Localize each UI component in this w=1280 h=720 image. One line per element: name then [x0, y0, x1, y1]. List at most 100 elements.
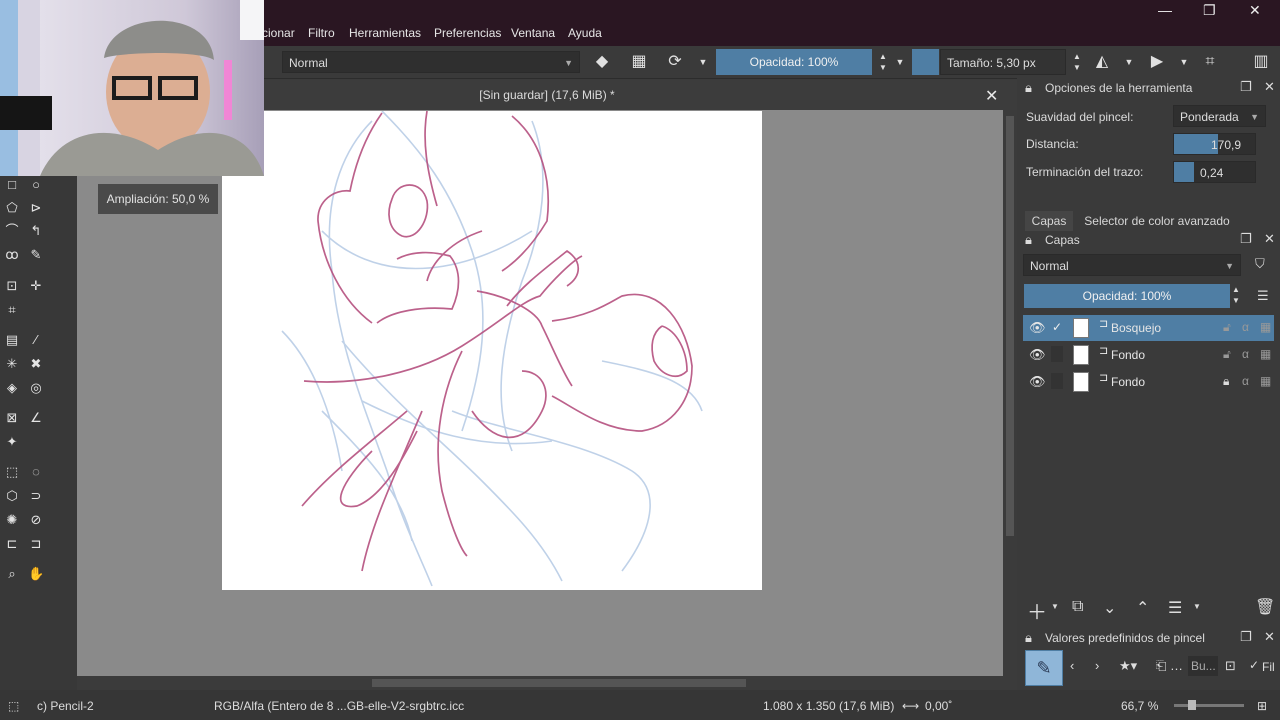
- add-layer-icon[interactable]: ＋: [1027, 596, 1047, 625]
- preset-options-icon[interactable]: ⊡: [1225, 658, 1236, 674]
- workspace-icon[interactable]: ▥: [1250, 51, 1272, 73]
- reference-tool-icon[interactable]: ✦: [4, 434, 20, 450]
- eyedropper-icon[interactable]: ⁄: [28, 332, 44, 348]
- layer-blend-select[interactable]: Normal ▼: [1023, 254, 1241, 276]
- menu-window[interactable]: Ventana: [511, 26, 555, 40]
- checkbox[interactable]: [1051, 346, 1063, 362]
- polygon-select-icon[interactable]: ⬡: [4, 488, 20, 504]
- menu-preferences[interactable]: Preferencias: [434, 26, 501, 40]
- tab-advanced-color[interactable]: Selector de color avanzado: [1080, 211, 1234, 231]
- bezier-select-icon[interactable]: ⊏: [4, 536, 20, 552]
- checkbox[interactable]: [1051, 373, 1063, 389]
- opacity-slider[interactable]: Opacidad: 100%: [716, 49, 872, 75]
- bezier-tool-icon[interactable]: ⌒: [4, 223, 20, 239]
- eye-icon[interactable]: 👁︎: [1029, 374, 1046, 390]
- transform-tool-icon[interactable]: ⊡: [4, 278, 20, 294]
- unlock-icon[interactable]: 🔓︎: [1223, 320, 1231, 335]
- brush-search-input[interactable]: Bu...: [1188, 656, 1218, 676]
- rectangle-tool-icon[interactable]: □: [4, 177, 20, 193]
- unlock-icon[interactable]: 🔓︎: [1223, 347, 1231, 362]
- freehand-path-icon[interactable]: ↰: [28, 223, 44, 239]
- measure-tool-icon[interactable]: ∠: [28, 410, 44, 426]
- colorize-mask-icon[interactable]: ✖: [28, 356, 44, 372]
- enclose-fill-icon[interactable]: ◎: [28, 380, 44, 396]
- duplicate-layer-icon[interactable]: ⧉: [1072, 598, 1083, 616]
- smoothing-select[interactable]: Ponderada ▼: [1173, 105, 1266, 127]
- dynamic-brush-icon[interactable]: ꝏ: [4, 247, 20, 263]
- close-docker-icon[interactable]: ✕: [1264, 629, 1275, 645]
- check-icon[interactable]: ✓: [1052, 320, 1062, 334]
- smart-patch-icon[interactable]: ✳: [4, 356, 20, 372]
- crop-tool-icon[interactable]: ⌗: [4, 302, 20, 318]
- close-document-icon[interactable]: ✕: [985, 86, 998, 106]
- bookmark-icon[interactable]: ⎗: [1156, 658, 1166, 674]
- layer-row[interactable]: 👁︎ ✓ ⊐ Bosquejo 🔓︎ α ▦: [1023, 315, 1274, 341]
- mirror-horizontal-icon[interactable]: ◭: [1091, 51, 1113, 73]
- move-tool-icon[interactable]: ✛: [28, 278, 44, 294]
- float-docker-icon[interactable]: ❐: [1240, 629, 1252, 645]
- layer-properties-icon[interactable]: ☰: [1168, 598, 1182, 618]
- float-docker-icon[interactable]: ❐: [1240, 79, 1252, 95]
- move-up-icon[interactable]: ⌃: [1136, 598, 1149, 618]
- filter-checkbox[interactable]: ✓: [1249, 658, 1259, 672]
- ellipse-tool-icon[interactable]: ○: [28, 177, 44, 193]
- menu-filter[interactable]: Filtro: [308, 26, 335, 40]
- maximize-icon[interactable]: ❐: [1203, 2, 1216, 19]
- menu-icon[interactable]: ☰: [1257, 288, 1269, 304]
- wrap-around-icon[interactable]: ⌗: [1199, 51, 1221, 73]
- close-window-icon[interactable]: ✕: [1249, 2, 1261, 19]
- zoom-tool-icon[interactable]: ⌕: [4, 566, 20, 582]
- magic-wand-icon[interactable]: ✺: [4, 512, 20, 528]
- polyline-tool-icon[interactable]: ⊳: [28, 200, 44, 216]
- inherit-alpha-icon[interactable]: ▦: [1260, 374, 1271, 388]
- horizontal-scrollbar[interactable]: [77, 676, 1003, 690]
- eye-icon[interactable]: 👁︎: [1029, 347, 1046, 363]
- fill-tool-icon[interactable]: ◈: [4, 380, 20, 396]
- alpha-icon[interactable]: α: [1242, 374, 1249, 388]
- eraser-icon[interactable]: ◆: [591, 51, 613, 73]
- magnetic-select-icon[interactable]: ⊐: [28, 536, 44, 552]
- float-docker-icon[interactable]: ❐: [1240, 231, 1252, 247]
- zoom-slider[interactable]: [1174, 700, 1244, 710]
- freehand-select-icon[interactable]: ⊃: [28, 488, 44, 504]
- stroke-end-slider[interactable]: 0,24: [1173, 161, 1256, 183]
- distance-slider[interactable]: 170,9: [1173, 133, 1256, 155]
- pan-tool-icon[interactable]: ✋: [28, 566, 44, 582]
- chevron-down-icon[interactable]: ▼: [1118, 51, 1140, 73]
- lock-icon[interactable]: 🔒︎: [1025, 630, 1032, 646]
- menu-tools[interactable]: Herramientas: [349, 26, 421, 40]
- rotate-icon[interactable]: ⟷: [902, 699, 919, 713]
- layer-row[interactable]: 👁︎ ⊐ Fondo 🔓︎ α ▦: [1023, 342, 1274, 368]
- chevron-down-icon[interactable]: ▼: [1173, 51, 1195, 73]
- chevron-down-icon[interactable]: ▼: [1051, 602, 1059, 611]
- menu-select[interactable]: cionar: [262, 26, 295, 40]
- tab-layers[interactable]: Capas: [1025, 211, 1073, 231]
- chevron-left-icon[interactable]: ‹: [1070, 658, 1074, 673]
- ellipse-select-icon[interactable]: ◌: [28, 464, 44, 480]
- chevron-down-icon[interactable]: ▼: [1193, 602, 1201, 611]
- inherit-alpha-icon[interactable]: ▦: [1260, 347, 1271, 361]
- chevron-right-icon[interactable]: ›: [1095, 658, 1099, 673]
- delete-layer-icon[interactable]: 🗑︎: [1255, 597, 1275, 617]
- lock-icon[interactable]: 🔒︎: [1025, 80, 1032, 96]
- layer-row[interactable]: 👁︎ ⊐ Fondo 🔒︎ α ▦: [1023, 369, 1274, 395]
- reload-preset-icon[interactable]: ⟳: [664, 51, 686, 73]
- blend-mode-select[interactable]: Normal ▼: [282, 51, 580, 73]
- lock-icon[interactable]: 🔒︎: [1223, 374, 1229, 389]
- polygon-tool-icon[interactable]: ⬠: [4, 200, 20, 216]
- eye-icon[interactable]: 👁︎: [1029, 320, 1046, 336]
- selection-icon[interactable]: ⬚: [8, 699, 19, 713]
- vertical-scrollbar[interactable]: [1003, 110, 1017, 676]
- size-stepper[interactable]: ▲ ▼: [1066, 51, 1088, 73]
- layer-opacity-slider[interactable]: Opacidad: 100%: [1024, 284, 1230, 308]
- color-swatch[interactable]: [912, 49, 939, 75]
- close-docker-icon[interactable]: ✕: [1264, 79, 1275, 95]
- alpha-icon[interactable]: α: [1242, 347, 1249, 361]
- rect-select-icon[interactable]: ⬚: [4, 464, 20, 480]
- inherit-alpha-icon[interactable]: ▦: [1260, 320, 1271, 334]
- layer-opacity-stepper[interactable]: ▲ ▼: [1232, 284, 1240, 306]
- menu-help[interactable]: Ayuda: [568, 26, 602, 40]
- gradient-tool-icon[interactable]: ▤: [4, 332, 20, 348]
- minimize-icon[interactable]: —: [1158, 2, 1172, 18]
- close-docker-icon[interactable]: ✕: [1264, 231, 1275, 247]
